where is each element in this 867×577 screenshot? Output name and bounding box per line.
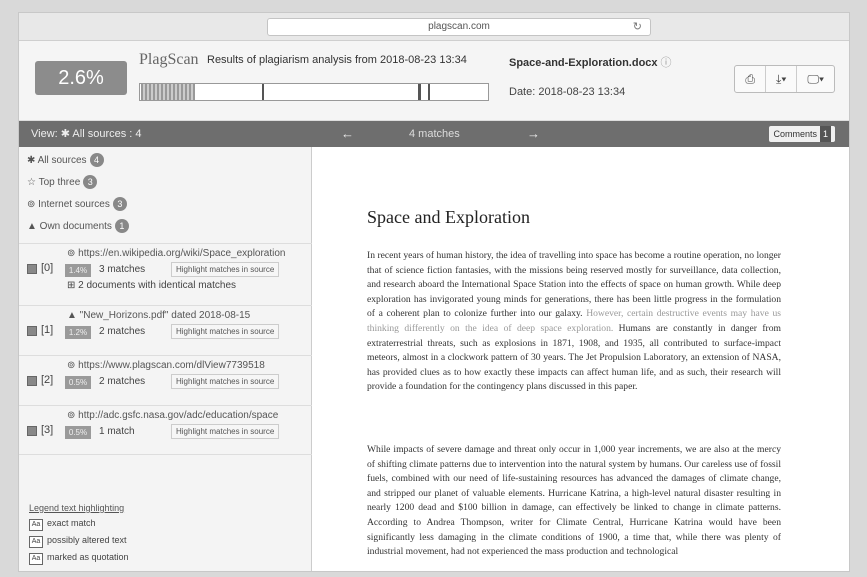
source-match-count: 1 match [99,426,135,437]
source-index: [1] [41,324,54,336]
view-filter[interactable]: View: ✱ All sources : 4 [31,121,142,147]
filename-text: Space-and-Exploration.docx [509,57,658,69]
plagscan-logo: PlagScan [139,51,199,68]
filter-label: ▲ Own documents [27,221,112,232]
source-checkbox[interactable] [27,426,37,436]
highlight-matches-button[interactable]: Highlight matches in source [171,324,280,339]
toolbar-actions: ⎙ ⤓▾ 🖵▾ [734,65,835,93]
match-distribution-bar[interactable] [139,83,489,101]
report-header: 2.6% PlagScan Results of plagiarism anal… [19,41,849,121]
source-index: [0] [41,262,54,274]
comments-count: 1 [819,126,831,142]
info-icon[interactable]: ⓘ [661,57,672,69]
sources-sidebar: ✱ All sources 4 ☆ Top three 3 ⊚ Internet s… [19,147,312,571]
filter-own-documents[interactable]: ▲ Own documents 1 [27,219,129,233]
legend-item: Aa exact match [29,518,96,531]
document-viewer[interactable]: Space and Exploration In recent years of… [313,147,849,571]
document-paragraph: In recent years of human history, the id… [367,249,781,395]
address-field[interactable]: plagscan.com ↻ [267,18,651,36]
highlight-matches-button[interactable]: Highlight matches in source [171,424,280,439]
legend-item: Aa possibly altered text [29,535,127,548]
legend-label: marked as quotation [47,552,129,562]
filter-label: ☆ Top three [27,177,81,188]
legend-swatch: Aa [29,536,43,548]
source-match-count: 2 matches [99,326,146,337]
document-paragraph: While impacts of severe damage and threa… [367,444,781,558]
source-index: [2] [41,374,54,386]
filter-count: 4 [89,153,104,167]
source-link[interactable]: ▲ "New_Horizons.pdf" dated 2018-08-15 [67,310,310,321]
comments-label: Comments [773,129,817,139]
match-segment[interactable] [262,84,264,100]
browser-window: plagscan.com ↻ 2.6% PlagScan Results of … [18,12,850,572]
filter-label: ⊚ Internet sources [27,199,110,210]
source-checkbox[interactable] [27,376,37,386]
print-icon[interactable]: ⎙ [735,66,767,92]
match-segment[interactable] [141,84,195,100]
source-item[interactable]: [3] ⊚ http://adc.gsfc.nasa.gov/adc/educa… [19,405,312,455]
results-toolbar: View: ✱ All sources : 4 ← 4 matches → Co… [19,121,849,147]
filter-label: ✱ All sources [27,155,87,166]
legend-swatch: Aa [29,553,43,565]
identical-matches-toggle[interactable]: ⊞ 2 documents with identical matches [67,280,236,291]
legend-label: exact match [47,518,96,528]
filter-count: 3 [83,175,98,189]
source-link[interactable]: ⊚ http://adc.gsfc.nasa.gov/adc/education… [67,410,310,421]
source-item[interactable]: [0] ⊚ https://en.wikipedia.org/wiki/Spac… [19,243,312,305]
source-checkbox[interactable] [27,264,37,274]
filter-all-sources[interactable]: ✱ All sources 4 [27,153,104,167]
filter-internet-sources[interactable]: ⊚ Internet sources 3 [27,197,127,211]
source-percentage: 1.4% [65,264,91,277]
download-icon[interactable]: ⤓▾ [766,66,798,92]
source-item[interactable]: [1] ▲ "New_Horizons.pdf" dated 2018-08-1… [19,305,312,355]
source-checkbox[interactable] [27,326,37,336]
legend-title[interactable]: Legend text highlighting [29,503,124,513]
highlight-matches-button[interactable]: Highlight matches in source [171,374,280,389]
next-match-icon[interactable]: → [527,121,540,147]
highlight-matches-button[interactable]: Highlight matches in source [171,262,280,277]
match-segment[interactable] [418,84,421,100]
plagiarism-score: 2.6% [35,61,127,95]
legend-item: Aa marked as quotation [29,552,129,565]
source-index: [3] [41,424,54,436]
filter-count: 1 [114,219,129,233]
source-item[interactable]: [2] ⊚ https://www.plagscan.com/dlView773… [19,355,312,405]
source-match-count: 2 matches [99,376,146,387]
analysis-date: Date: 2018-08-23 13:34 [509,86,626,98]
source-link[interactable]: ⊚ https://en.wikipedia.org/wiki/Space_ex… [67,248,310,259]
browser-url-bar: plagscan.com ↻ [19,13,849,41]
legend-label: possibly altered text [47,535,127,545]
document-title: Space and Exploration [367,207,530,227]
source-match-count: 3 matches [99,264,146,275]
legend-swatch: Aa [29,519,43,531]
filter-top-three[interactable]: ☆ Top three 3 [27,175,98,189]
source-percentage: 1.2% [65,326,91,339]
display-icon[interactable]: 🖵▾ [797,66,834,92]
document-filename: Space-and-Exploration.docx ⓘ [509,54,672,70]
previous-match-icon[interactable]: ← [341,121,354,147]
comments-button[interactable]: Comments 1 [769,126,835,142]
url-text: plagscan.com [428,21,490,32]
source-link[interactable]: ⊚ https://www.plagscan.com/dlView7739518 [67,360,310,371]
filter-count: 3 [112,197,127,211]
source-percentage: 0.5% [65,376,91,389]
source-percentage: 0.5% [65,426,91,439]
match-count: 4 matches [409,128,460,140]
match-segment[interactable] [428,84,430,100]
reload-icon[interactable]: ↻ [633,19,642,35]
analysis-title: Results of plagiarism analysis from 2018… [207,54,467,66]
